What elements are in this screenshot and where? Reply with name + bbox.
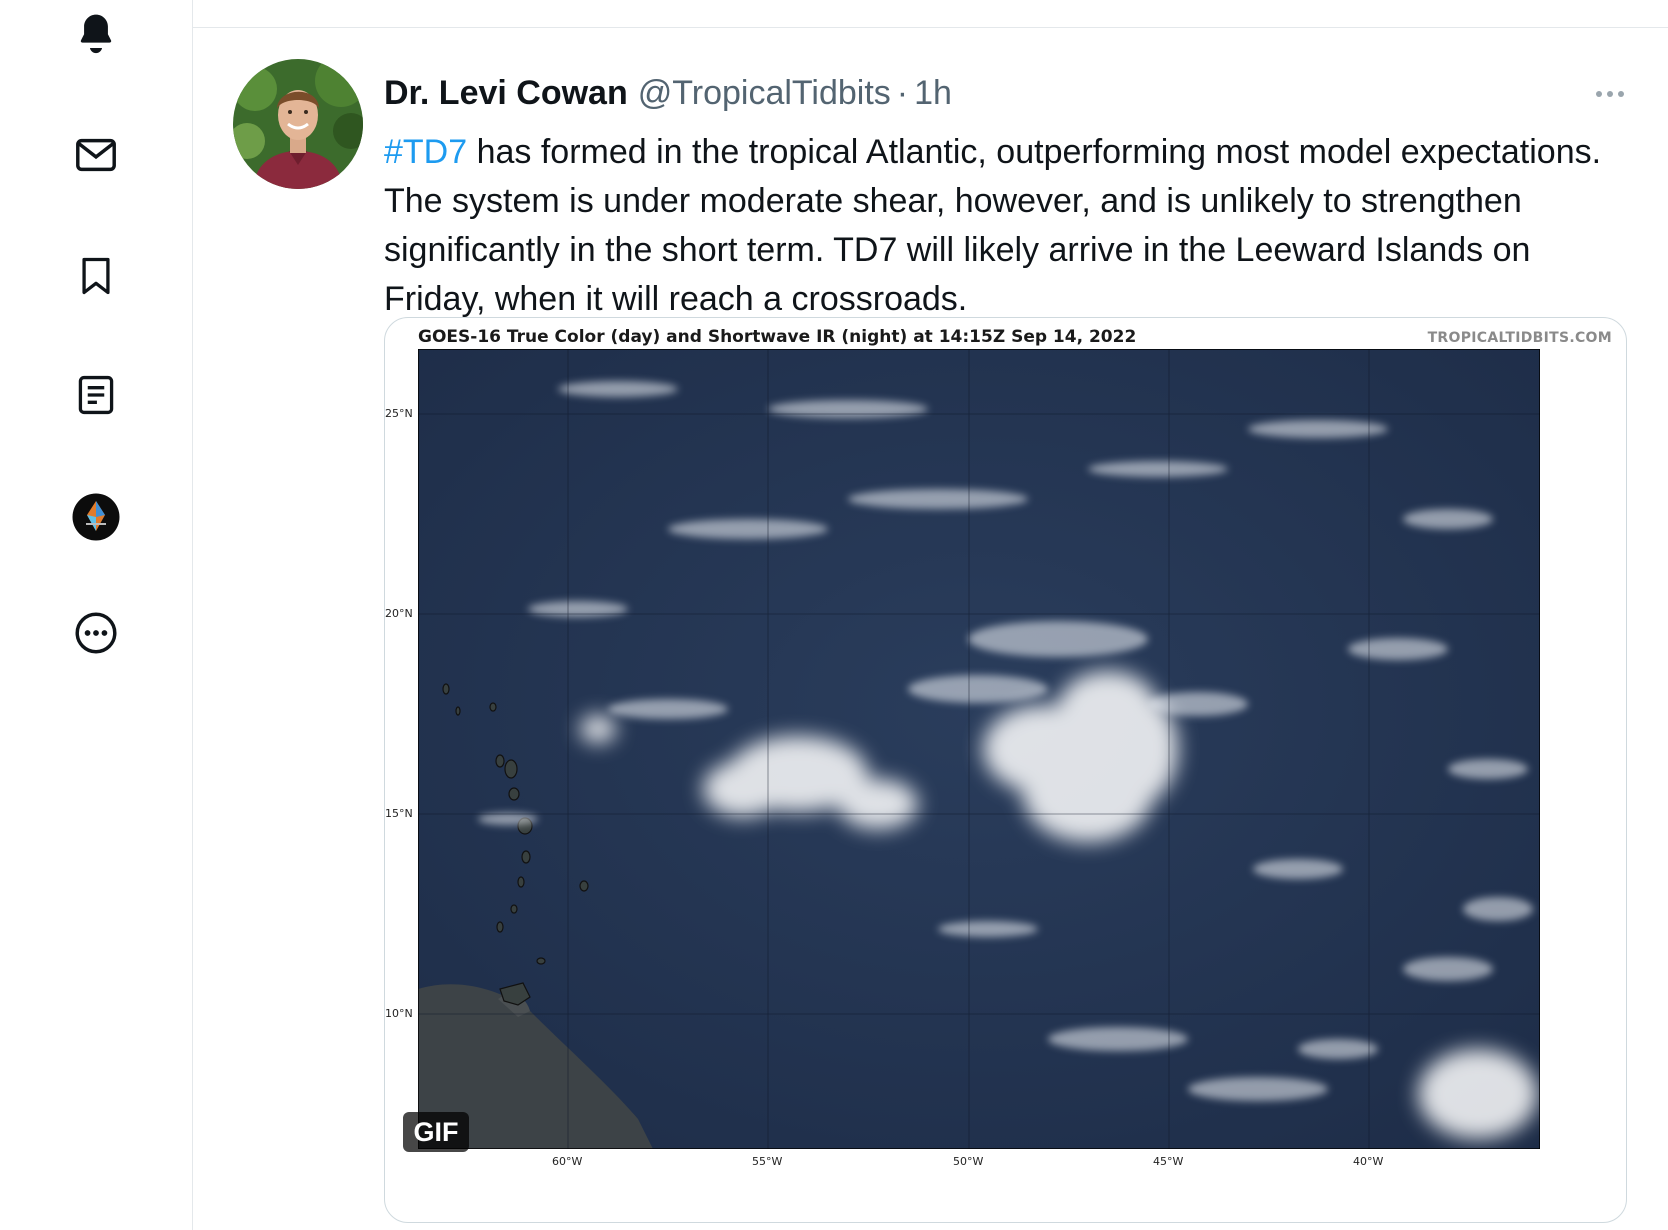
lon-label: 60°W [552,1155,583,1168]
hashtag-link[interactable]: #TD7 [384,133,467,171]
tweet-header: Dr. Levi Cowan @TropicalTidbits · 1h [384,74,952,124]
media-title: GOES-16 True Color (day) and Shortwave I… [418,327,1137,347]
gif-badge: GIF [403,1112,469,1152]
tweet-text: has formed in the tropical Atlantic, out… [384,133,1602,318]
header-separator: · [896,74,909,112]
messages-envelope-icon[interactable] [64,123,128,187]
lon-label: 55°W [752,1155,783,1168]
lon-label: 45°W [1153,1155,1184,1168]
tweet[interactable]: Dr. Levi Cowan @TropicalTidbits · 1h #TD… [193,28,1668,1230]
lat-label: 20°N [385,607,413,620]
satellite-map [418,349,1540,1149]
tweet-timestamp[interactable]: 1h [914,74,952,113]
tweet-more-options-icon[interactable] [1590,74,1630,114]
tweet-media-gif[interactable]: GOES-16 True Color (day) and Shortwave I… [384,317,1627,1223]
lon-label: 50°W [953,1155,984,1168]
sidebar-nav [0,0,192,1230]
lat-label: 15°N [385,807,413,820]
more-circle-icon[interactable] [64,601,128,665]
notifications-bell-icon[interactable] [64,0,128,64]
author-avatar[interactable] [233,59,363,189]
lon-label: 40°W [1353,1155,1384,1168]
bookmark-icon[interactable] [64,244,128,308]
media-credit: TROPICALTIDBITS.COM [1427,330,1612,346]
tweet-body: #TD7 has formed in the tropical Atlantic… [384,128,1624,324]
profile-avatar-icon[interactable] [64,485,128,549]
lat-label: 25°N [385,407,413,420]
author-handle[interactable]: @TropicalTidbits [638,74,891,113]
lat-label: 10°N [385,1007,413,1020]
lists-icon[interactable] [64,363,128,427]
author-display-name[interactable]: Dr. Levi Cowan [384,74,628,113]
